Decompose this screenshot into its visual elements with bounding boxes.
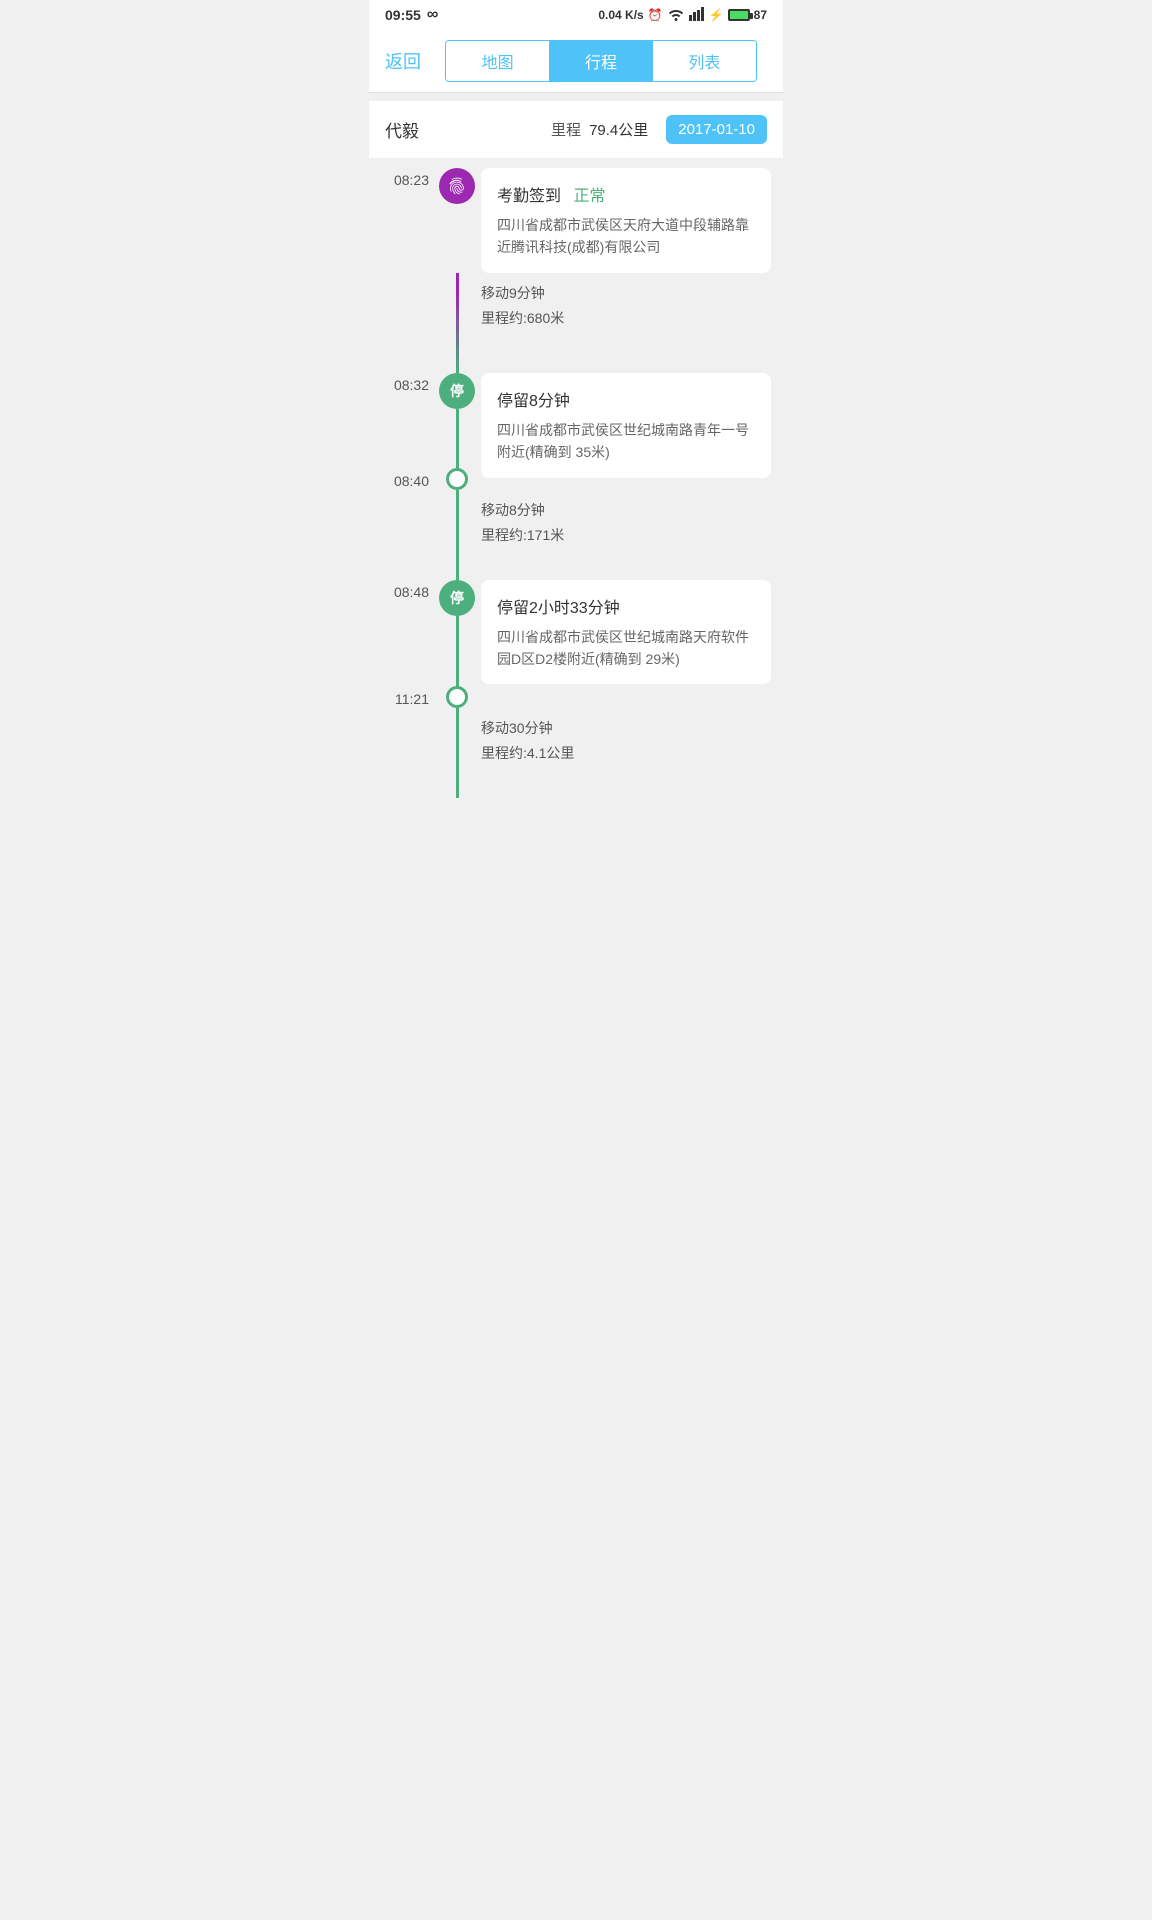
time-0848: 08:48 [369, 580, 437, 600]
dot-end-2 [446, 686, 468, 708]
move-segment-2: 移动8分钟 里程约:171米 [369, 490, 783, 580]
move-duration-3: 移动30分钟 [481, 716, 771, 741]
tab-list[interactable]: 列表 [653, 41, 756, 81]
event-card-2: 停留8分钟 四川省成都市武侯区世纪城南路青年一号附近(精确到 35米) [481, 373, 771, 478]
move-time-col-3 [369, 708, 437, 798]
signal-icon [689, 7, 705, 24]
vline-green-4 [456, 708, 459, 798]
date-badge: 2017-01-10 [666, 115, 767, 144]
event-row-1: 08:23 考勤签到 正常 四川省成都市武侯区天府大道中段辅路靠近腾讯科技(成都… [369, 168, 783, 273]
network-speed: 0.04 K/s [598, 8, 643, 22]
event-card-1: 考勤签到 正常 四川省成都市武侯区天府大道中段辅路靠近腾讯科技(成都)有限公司 [481, 168, 771, 273]
timeline-section-1: 08:23 考勤签到 正常 四川省成都市武侯区天府大道中段辅路靠近腾讯科技(成都… [369, 168, 783, 273]
time-1121: 11:21 [369, 687, 437, 707]
event-title-2: 停留8分钟 [497, 387, 755, 411]
header: 返回 地图 行程 列表 [369, 30, 783, 93]
vline-purple-top [456, 273, 459, 293]
dot-stop-1: 停 [439, 373, 475, 409]
vline-green-1 [456, 409, 459, 469]
infinity-icon: ∞ [427, 6, 438, 24]
timeline-section-2: 08:32 停 停留8分钟 四川省成都市武侯区世纪城南路青年一号附近(精确到 3… [369, 373, 783, 490]
line-col-2: 停 [437, 373, 477, 469]
event-card-3: 停留2小时33分钟 四川省成都市武侯区世纪城南路天府软件园D区D2楼附近(精确到… [481, 580, 771, 685]
event-address-2: 四川省成都市武侯区世纪城南路青年一号附近(精确到 35米) [497, 419, 755, 464]
charging-icon: ⚡ [709, 8, 724, 22]
status-left: 09:55 ∞ [385, 6, 438, 24]
event-end-row-2: 11:21 [369, 686, 783, 708]
tab-map[interactable]: 地图 [446, 41, 549, 81]
event-row-3: 08:48 停 停留2小时33分钟 四川省成都市武侯区世纪城南路天府软件园D区D… [369, 580, 783, 696]
line-col-end-2 [437, 686, 477, 708]
time-0840: 08:40 [369, 469, 437, 489]
time-0823: 08:23 [369, 168, 437, 273]
move-time-col-2 [369, 490, 437, 580]
move-time-col-1 [369, 273, 437, 373]
move-line-col-3 [437, 708, 477, 798]
line-col-3: 停 [437, 580, 477, 696]
timeline-section-3: 08:48 停 停留2小时33分钟 四川省成都市武侯区世纪城南路天府软件园D区D… [369, 580, 783, 708]
battery-icon [728, 9, 750, 21]
move-segment-1: 移动9分钟 里程约:680米 [369, 273, 783, 373]
status-time: 09:55 [385, 7, 421, 23]
vline-green-3 [456, 616, 459, 696]
move-content-1: 移动9分钟 里程约:680米 [477, 273, 783, 373]
back-button[interactable]: 返回 [385, 48, 435, 74]
info-bar: 代毅 里程 79.4公里 2017-01-10 [369, 101, 783, 158]
status-right: 0.04 K/s ⏰ ⚡ 87 [598, 7, 767, 24]
event-title-3: 停留2小时33分钟 [497, 594, 755, 618]
dot-end-1 [446, 468, 468, 490]
move-line-col-2 [437, 490, 477, 580]
mileage-value: 79.4公里 [589, 119, 648, 140]
event-address-3: 四川省成都市武侯区世纪城南路天府软件园D区D2楼附近(精确到 29米) [497, 626, 755, 671]
time-0832: 08:32 [369, 373, 437, 393]
dot-fingerprint [439, 168, 475, 204]
event-address-1: 四川省成都市武侯区天府大道中段辅路靠近腾讯科技(成都)有限公司 [497, 214, 755, 259]
wifi-icon [667, 7, 685, 24]
vline-green-2 [456, 490, 459, 580]
dot-stop-2: 停 [439, 580, 475, 616]
line-col-1 [437, 168, 477, 273]
move-content-2: 移动8分钟 里程约:171米 [477, 490, 783, 580]
move-line-col-1 [437, 273, 477, 373]
line-col-end-1 [437, 468, 477, 490]
driver-name: 代毅 [385, 117, 419, 142]
mileage-label: 里程 [551, 119, 581, 140]
move-dist-1: 里程约:680米 [481, 306, 771, 331]
tabs-container: 地图 行程 列表 [445, 40, 757, 82]
alarm-icon: ⏰ [648, 8, 663, 22]
vline-gradient [456, 293, 459, 373]
event-title-1: 考勤签到 正常 [497, 182, 755, 206]
move-content-3: 移动30分钟 里程约:4.1公里 [477, 708, 783, 798]
move-dist-2: 里程约:171米 [481, 523, 771, 548]
event-row-2: 08:32 停 停留8分钟 四川省成都市武侯区世纪城南路青年一号附近(精确到 3… [369, 373, 783, 478]
move-segment-3: 移动30分钟 里程约:4.1公里 [369, 708, 783, 798]
tab-trip[interactable]: 行程 [549, 41, 652, 81]
status-normal-1: 正常 [573, 188, 605, 205]
move-dist-3: 里程约:4.1公里 [481, 741, 771, 766]
status-bar: 09:55 ∞ 0.04 K/s ⏰ ⚡ 87 [369, 0, 783, 30]
timeline: 08:23 考勤签到 正常 四川省成都市武侯区天府大道中段辅路靠近腾讯科技(成都… [369, 158, 783, 828]
move-duration-2: 移动8分钟 [481, 498, 771, 523]
battery-percent: 87 [754, 8, 767, 22]
move-duration-1: 移动9分钟 [481, 281, 771, 306]
